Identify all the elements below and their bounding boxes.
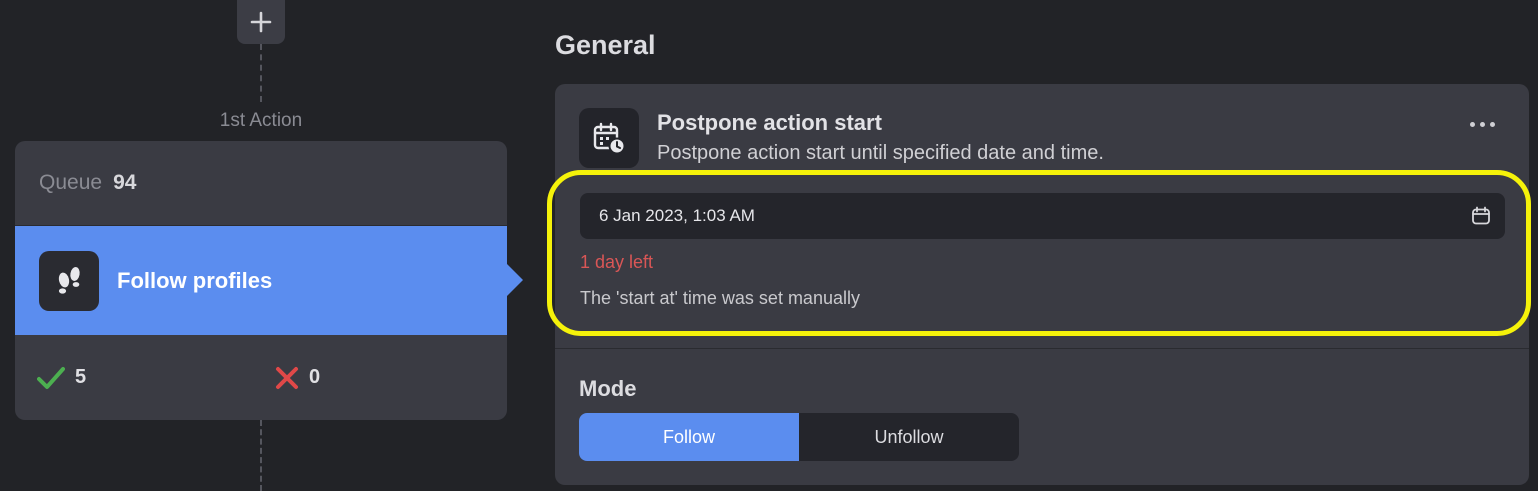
more-horizontal-icon — [1470, 122, 1475, 127]
mode-follow-option[interactable]: Follow — [579, 413, 799, 461]
checkmark-icon — [37, 366, 65, 389]
action-step-label: 1st Action — [219, 110, 303, 131]
start-date-value: 6 Jan 2023, 1:03 AM — [599, 206, 755, 225]
start-date-input[interactable]: 6 Jan 2023, 1:03 AM — [580, 193, 1505, 239]
success-count: 5 — [75, 366, 87, 388]
days-left-text: 1 day left — [580, 252, 654, 272]
task-title: Follow profiles — [117, 267, 273, 293]
stats-row: 5 0 — [15, 335, 507, 420]
general-panel: Postpone action start Postpone action st… — [547, 84, 1531, 485]
queue-label: Queue — [39, 171, 103, 194]
more-options-button[interactable] — [1470, 122, 1495, 127]
mode-label: Mode — [579, 376, 637, 401]
plus-icon — [250, 11, 272, 33]
fail-stat: 0 — [275, 366, 320, 390]
calendar-clock-icon — [579, 108, 639, 168]
selection-pointer — [507, 264, 523, 296]
section-title: General — [555, 30, 656, 60]
action-card: Queue 94 Follow profiles 5 0 — [15, 141, 523, 420]
task-follow-profiles[interactable]: Follow profiles — [15, 226, 523, 335]
more-dot — [1480, 122, 1485, 127]
flow-connector-bottom — [260, 420, 262, 491]
add-action-button[interactable] — [237, 0, 285, 44]
queue-row: Queue 94 — [15, 141, 507, 226]
start-note: The 'start at' time was set manually — [580, 288, 860, 308]
cross-icon — [276, 366, 298, 389]
setting-title: Postpone action start — [657, 110, 882, 135]
mode-unfollow-option[interactable]: Unfollow — [799, 413, 1019, 461]
calendar-icon[interactable] — [1471, 206, 1491, 226]
queue-count: 94 — [113, 171, 137, 194]
success-stat: 5 — [37, 366, 86, 390]
footsteps-icon — [39, 250, 99, 311]
setting-description: Postpone action start until specified da… — [657, 142, 1104, 164]
mode-toggle: Follow Unfollow — [579, 413, 1019, 461]
more-dot — [1490, 122, 1495, 127]
flow-connector-top — [260, 44, 262, 102]
fail-count: 0 — [309, 366, 321, 388]
divider — [555, 348, 1529, 349]
